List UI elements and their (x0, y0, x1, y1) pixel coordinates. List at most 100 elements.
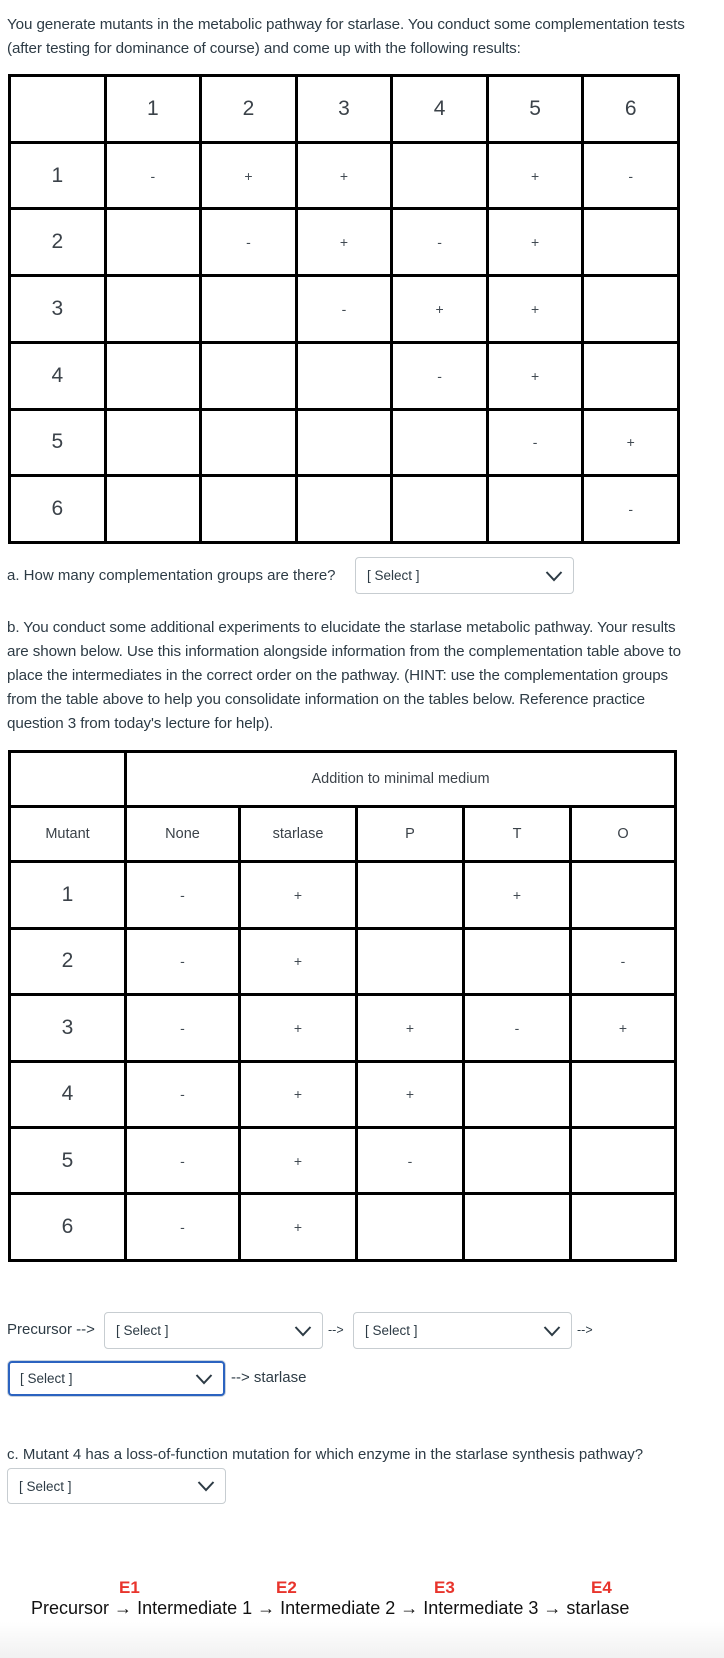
table-cell (581, 340, 680, 411)
table-cell (199, 340, 298, 411)
table-cell (462, 1125, 572, 1196)
table-cell: + (485, 140, 585, 211)
column-header: 5 (485, 74, 585, 144)
enzyme-label: E3 (434, 1578, 455, 1597)
table-row: 1 - + + (8, 860, 678, 930)
enzyme-label: E4 (591, 1578, 612, 1597)
table-cell: + (238, 1192, 358, 1262)
table-cell: + (355, 1059, 465, 1129)
table-cell: - (294, 274, 394, 344)
table-cell (581, 274, 680, 344)
table-cell: + (355, 993, 465, 1063)
chevron-down-icon (197, 1481, 215, 1492)
chevron-down-icon (543, 1325, 561, 1336)
select-value: [ Select ] (367, 568, 420, 583)
arrow-text: --> (328, 1323, 344, 1337)
table-cell (581, 207, 680, 278)
table-cell: - (485, 407, 585, 478)
row-header: 1 (8, 140, 107, 211)
table-cell: + (485, 207, 585, 278)
arrow-right-icon: → (114, 1598, 133, 1618)
table-row: 4 - + (8, 340, 680, 411)
enzyme-label: E1 (119, 1578, 140, 1597)
row-header: 5 (8, 1125, 127, 1196)
table-row: 4 - + + (8, 1059, 678, 1129)
table-cell: - (581, 474, 680, 544)
column-header: Mutant (8, 805, 127, 864)
table-cell (568, 860, 678, 930)
table-row: 2 - + - (8, 926, 678, 997)
table-cell: + (485, 274, 585, 344)
pathway-step: Intermediate 1 (137, 1598, 253, 1618)
intermediate-2-select[interactable]: [ Select ] (353, 1312, 572, 1349)
table-cell: + (238, 926, 358, 997)
table-cell: - (124, 1192, 241, 1262)
table-cell (568, 1192, 678, 1262)
table-row: 3 - + + - + (8, 993, 678, 1063)
table-cell: - (199, 207, 298, 278)
row-header: 4 (8, 340, 107, 411)
table-row: 1 - + + + - (8, 140, 680, 211)
table-super-header-row: Addition to minimal medium (8, 749, 678, 809)
table-cell (355, 860, 465, 930)
table-row: 2 - + - + (8, 207, 680, 278)
table-cell (568, 1125, 678, 1196)
row-header: 5 (8, 407, 107, 478)
table-cell: - (581, 140, 680, 211)
column-header: starlase (238, 805, 358, 864)
column-header: 2 (199, 74, 298, 144)
table-cell: + (485, 340, 585, 411)
table-cell: - (124, 993, 241, 1063)
growth-table: Addition to minimal medium Mutant None s… (8, 749, 678, 1262)
row-header: 3 (8, 993, 127, 1063)
pathway-step: Intermediate 3 (423, 1598, 539, 1618)
table-cell: + (294, 207, 394, 278)
table-cell: + (238, 993, 358, 1063)
chevron-down-icon (545, 570, 563, 581)
question-a-text: a. How many complementation groups are t… (7, 567, 336, 584)
table-cell (103, 207, 203, 278)
table-cell: + (238, 860, 358, 930)
table-cell: - (103, 140, 203, 211)
table-cell: - (124, 1125, 241, 1196)
pathway-step: starlase (566, 1598, 630, 1618)
table-cell (462, 926, 572, 997)
table-cell: + (462, 860, 572, 930)
row-header: 1 (8, 860, 127, 930)
arrow-right-icon: → (257, 1598, 276, 1618)
corner-cell (8, 74, 107, 144)
pathway-step: Intermediate 2 (280, 1598, 396, 1618)
arrow-right-icon: → (543, 1598, 562, 1618)
table-cell (294, 474, 394, 544)
pathway-diagram: E1 E2 E3 E4 Precursor → Intermediate 1 →… (0, 1578, 724, 1658)
complementation-groups-select[interactable]: [ Select ] (355, 557, 574, 594)
question-b-text: b. You conduct some additional experimen… (7, 619, 681, 732)
pathway-step: Precursor (31, 1598, 110, 1618)
table-cell: - (355, 1125, 465, 1196)
row-header: 3 (8, 274, 107, 344)
intermediate-3-select[interactable]: [ Select ] (8, 1361, 225, 1396)
corner-cell (8, 749, 127, 809)
table-cell: + (238, 1125, 358, 1196)
table-cell (294, 407, 394, 478)
select-value: [ Select ] (365, 1323, 418, 1338)
table-row: 6 - + (8, 1192, 678, 1262)
pathway-steps: Precursor → Intermediate 1 → Intermediat… (31, 1598, 629, 1619)
table-cell: + (568, 993, 678, 1063)
row-header: 4 (8, 1059, 127, 1129)
super-header: Addition to minimal medium (123, 749, 678, 809)
table-row: 5 - + - (8, 1125, 678, 1196)
enzyme-select[interactable]: [ Select ] (7, 1468, 226, 1504)
table-cell (199, 474, 298, 544)
select-value: [ Select ] (19, 1478, 72, 1494)
enzyme-label: E2 (276, 1578, 297, 1597)
row-header: 2 (8, 207, 107, 278)
arrow-right-icon: → (400, 1598, 419, 1618)
table-cell (462, 1059, 572, 1129)
column-header: None (124, 805, 241, 864)
intermediate-1-select[interactable]: [ Select ] (104, 1312, 323, 1349)
table-cell: + (294, 140, 394, 211)
table-cell: - (124, 1059, 241, 1129)
select-value: [ Select ] (116, 1323, 169, 1338)
table-cell (390, 474, 489, 544)
